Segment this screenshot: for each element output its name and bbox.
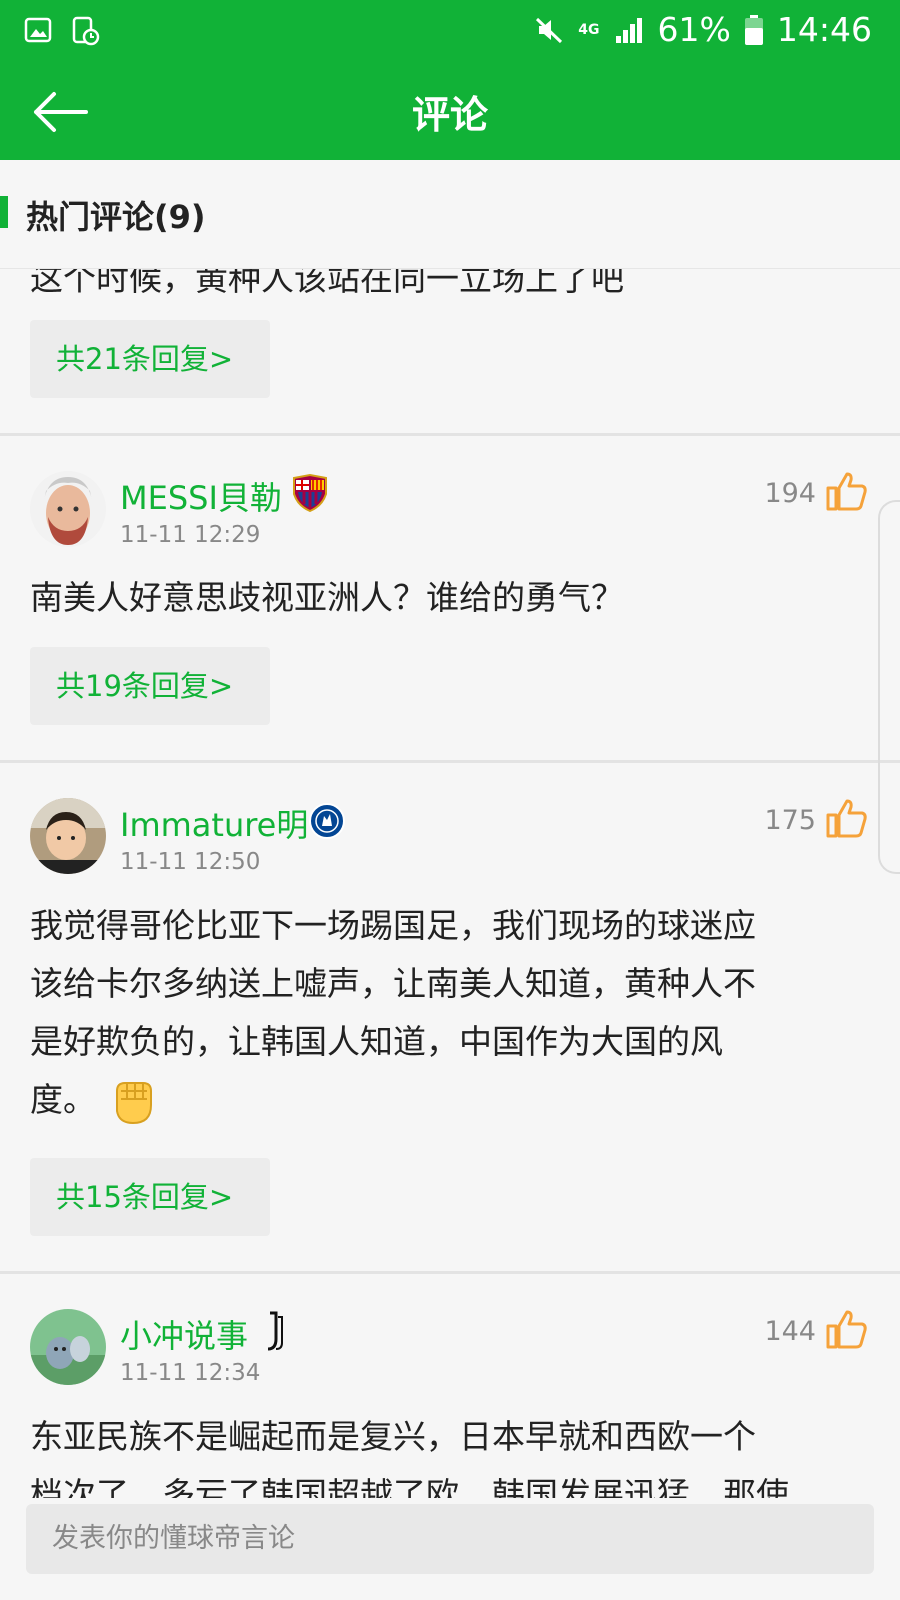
replies-button[interactable]: 共15条回复> xyxy=(30,1158,270,1236)
like-count: 194 xyxy=(764,478,816,509)
comment-text: 东亚民族不是崛起而是复兴，日本早就和西欧一个 档次了，多亏了韩国超越了欧，韩国发… xyxy=(30,1408,870,1498)
network-type: 4G xyxy=(578,21,600,38)
username[interactable]: MESSI貝勒 xyxy=(120,473,282,519)
divider xyxy=(0,760,900,763)
username[interactable]: 小冲说事 xyxy=(120,1311,248,1357)
chelsea-badge-icon xyxy=(309,803,345,839)
comment-input[interactable]: 发表你的懂球帝言论 xyxy=(26,1504,874,1574)
mute-icon xyxy=(536,17,563,43)
usage-notification-icon xyxy=(72,16,100,46)
battery-icon xyxy=(744,14,763,45)
page-title: 评论 xyxy=(411,93,488,137)
comment-text: 南美人好意思歧视亚洲人？谁给的勇气？ xyxy=(30,578,624,617)
section-accent xyxy=(0,196,8,228)
comment-input-bar: 发表你的懂球帝言论 xyxy=(0,1498,900,1600)
thumbs-up-icon[interactable] xyxy=(826,798,868,838)
comment-line: 度。 xyxy=(30,1071,870,1129)
divider xyxy=(0,433,900,436)
comment-line-text: 度。 xyxy=(30,1080,96,1119)
comment-line: 档次了，多亏了韩国超越了欧，韩国发展迅猛，那使 xyxy=(30,1475,789,1498)
scrollbar[interactable] xyxy=(878,500,900,874)
comment-list[interactable]: 这个时候，黄种人该站在同一立场上了吧 共21条回复> MESSI貝勒 11-11… xyxy=(0,160,900,1498)
section-title: 热门评论(9) xyxy=(26,198,206,236)
avatar[interactable] xyxy=(30,798,106,874)
comment-time: 11-11 12:34 xyxy=(120,1360,261,1386)
comment-time: 11-11 12:50 xyxy=(120,849,261,875)
thumbs-up-icon[interactable] xyxy=(826,1309,868,1349)
barcelona-badge-icon xyxy=(293,474,327,512)
comment-line: 该给卡尔多纳送上嘘声，让南美人知道，黄种人不 xyxy=(30,964,756,1003)
app-bar: 评论 xyxy=(0,62,900,160)
comment-line: 是好欺负的，让韩国人知道，中国作为大国的风 xyxy=(30,1022,723,1061)
replies-button[interactable]: 共19条回复> xyxy=(30,647,270,725)
gallery-notification-icon xyxy=(24,17,52,43)
juventus-badge-icon xyxy=(267,1311,283,1351)
battery-level: 61% xyxy=(657,10,731,49)
divider xyxy=(0,1271,900,1274)
signal-icon xyxy=(615,17,642,43)
comment-line: 我觉得哥伦比亚下一场踢国足，我们现场的球迷应 xyxy=(30,906,756,945)
avatar[interactable] xyxy=(30,471,106,547)
fist-emoji-icon xyxy=(115,1081,152,1124)
comment-time: 11-11 12:29 xyxy=(120,522,261,548)
hot-comments-header: 热门评论(9) xyxy=(0,160,900,269)
thumbs-up-icon[interactable] xyxy=(826,471,868,511)
replies-button[interactable]: 共21条回复> xyxy=(30,320,270,398)
comment-text: 我觉得哥伦比亚下一场踢国足，我们现场的球迷应 该给卡尔多纳送上嘘声，让南美人知道… xyxy=(30,897,870,1129)
clock: 14:46 xyxy=(776,10,872,49)
status-bar: 4G 61% 14:46 xyxy=(0,0,900,62)
avatar[interactable] xyxy=(30,1309,106,1385)
username[interactable]: Immature明 xyxy=(120,800,308,846)
like-count: 144 xyxy=(764,1316,816,1347)
like-count: 175 xyxy=(764,805,816,836)
comment-line: 东亚民族不是崛起而是复兴，日本早就和西欧一个 xyxy=(30,1417,756,1456)
